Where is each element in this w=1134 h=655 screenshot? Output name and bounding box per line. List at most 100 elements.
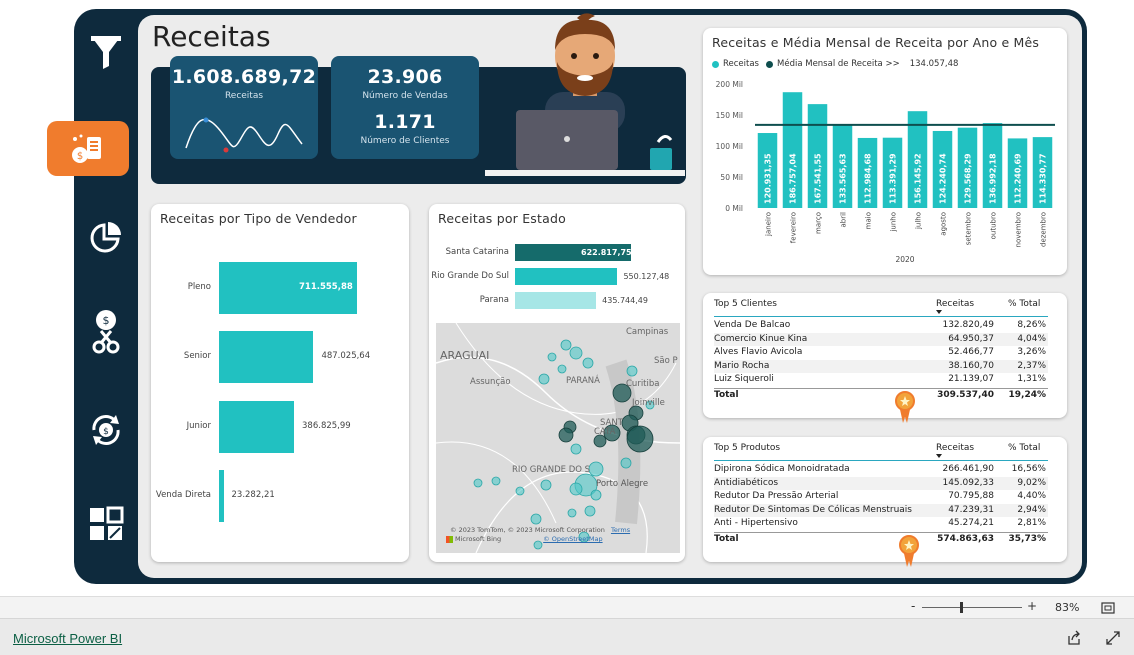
clientes-total-value: 309.537,40 xyxy=(937,389,994,400)
clientes-row[interactable]: Comercio Kinue Kina 64.950,37 4,04% xyxy=(714,332,1048,346)
power-bi-link[interactable]: Microsoft Power BI xyxy=(13,631,122,646)
clientes-row[interactable]: Alves Flavio Avicola 52.466,77 3,26% xyxy=(714,346,1048,359)
estado-category-label: Santa Catarina xyxy=(445,247,509,257)
produtos-row-name: Anti - Hipertensivo xyxy=(714,518,798,528)
map-copyright: © 2023 TomTom, © 2023 Microsoft Corporat… xyxy=(450,526,630,534)
monthly-bar-label: 120.931,35 xyxy=(764,153,773,204)
map-label-sao-paulo: São P xyxy=(654,356,678,366)
map-bubble[interactable] xyxy=(569,482,583,496)
map-bubble[interactable] xyxy=(530,513,542,525)
filter-icon[interactable] xyxy=(86,32,126,72)
monthly-bar-label: 136.992,18 xyxy=(989,153,998,204)
map-label-cata: CATA xyxy=(594,427,616,437)
map-bubble[interactable] xyxy=(558,427,574,443)
map-bubble[interactable] xyxy=(569,346,583,360)
map-bubble[interactable] xyxy=(540,479,552,491)
map-bubble[interactable] xyxy=(588,461,604,477)
clientes-total-label: Total xyxy=(714,389,739,400)
kpi-receitas-label: Receitas xyxy=(224,91,264,101)
fullscreen-icon[interactable] xyxy=(1105,630,1121,646)
vendedor-bar[interactable] xyxy=(219,470,224,522)
money-cycle-icon[interactable]: $ xyxy=(86,410,126,450)
produtos-row-name: Antidiabéticos xyxy=(714,477,779,488)
clientes-row[interactable]: Luiz Siqueroli 21.139,07 1,31% xyxy=(714,373,1048,386)
estado-category-label: Parana xyxy=(479,295,509,305)
vendedor-bar-value: 386.825,99 xyxy=(302,421,351,431)
produtos-row[interactable]: Anti - Hipertensivo 45.274,21 2,81% xyxy=(714,517,1048,530)
produtos-row[interactable]: Redutor Da Pressão Arterial 70.795,88 4,40… xyxy=(714,490,1048,503)
clientes-row[interactable]: Mario Rocha 38.160,70 2,37% xyxy=(714,359,1048,373)
map-bubble[interactable] xyxy=(473,478,483,488)
produtos-row[interactable]: Redutor De Sintomas De Cólicas Menstruai… xyxy=(714,503,1048,517)
map-bubble[interactable] xyxy=(491,476,501,486)
grid-apps-icon[interactable] xyxy=(86,504,126,544)
produtos-total-pct: 35,73% xyxy=(1008,533,1047,544)
map-bing-text: Microsoft Bing xyxy=(455,535,502,543)
monthly-bar-label: 167.541,55 xyxy=(814,153,823,204)
clientes-row[interactable]: Venda De Balcao 132.820,49 8,26% xyxy=(714,319,1048,332)
produtos-row-name: Redutor De Sintomas De Cólicas Menstruai… xyxy=(714,504,912,515)
month-label: maio xyxy=(865,212,873,229)
map-terms-link[interactable]: Terms xyxy=(611,526,630,534)
map-bubble[interactable] xyxy=(626,425,654,453)
produtos-row-pct: 4,40% xyxy=(1017,491,1046,501)
map-bubble[interactable] xyxy=(547,352,557,362)
zoom-out-button[interactable]: - xyxy=(911,599,915,613)
vendedor-bar[interactable] xyxy=(219,401,295,453)
kpi-clientes-value: 1.171 xyxy=(374,111,436,133)
vendedor-bar[interactable] xyxy=(219,331,314,383)
monthly-revenue-card[interactable]: Receitas e Média Mensal de Receita por A… xyxy=(703,28,1067,275)
sales-page-button[interactable]: $ xyxy=(47,121,129,176)
map-bubble[interactable] xyxy=(590,489,602,501)
map-bubble[interactable] xyxy=(567,508,577,518)
vendedor-bar-value: 23.282,21 xyxy=(231,490,275,500)
estado-card[interactable]: Receitas por Estado Santa Catarina 622.81… xyxy=(429,204,685,562)
produtos-row[interactable]: Dipirona Sódica Monoidratada 266.461,90 16… xyxy=(714,463,1048,476)
pie-chart-icon[interactable] xyxy=(86,217,126,257)
map-label-campinas: Campinas xyxy=(626,327,669,337)
estado-chart-title: Receitas por Estado xyxy=(438,211,566,226)
map-label-assuncao: Assunção xyxy=(470,377,511,387)
map-bubble[interactable] xyxy=(560,339,572,351)
map-bubble[interactable] xyxy=(557,364,567,374)
monthly-bar-label: 113.391,29 xyxy=(889,153,898,204)
map-label-parana: PARANÁ xyxy=(566,376,600,386)
year-label: 2020 xyxy=(895,255,914,264)
map-bubble[interactable] xyxy=(515,486,525,496)
map-label-joinville: Joinville xyxy=(632,398,665,408)
map-bubble[interactable] xyxy=(582,357,594,369)
produtos-row-value: 145.092,33 xyxy=(942,477,994,488)
zoom-slider-thumb[interactable] xyxy=(960,602,963,613)
top-produtos-card[interactable]: Top 5 Produtos Receitas % Total Dipirona Só… xyxy=(703,437,1067,567)
clientes-row-value: 132.820,49 xyxy=(942,320,994,330)
vendedor-bar-value: 487.025,64 xyxy=(321,351,371,361)
month-label: abril xyxy=(840,212,848,228)
map-bubble[interactable] xyxy=(620,457,632,469)
produtos-col-total: % Total xyxy=(1008,443,1041,453)
map-bubble[interactable] xyxy=(570,443,582,455)
clientes-col-receitas: Receitas xyxy=(936,299,975,309)
monthly-bar-label: 129.568,29 xyxy=(964,153,973,204)
legend-receitas: Receitas xyxy=(723,59,759,69)
money-scissors-icon[interactable]: $ xyxy=(86,310,126,354)
estado-bar[interactable] xyxy=(515,292,597,309)
top-clientes-table: Top 5 Clientes Receitas % Total Venda De Ba… xyxy=(714,299,1048,409)
map-copyright-text: © 2023 TomTom, © 2023 Microsoft Corporat… xyxy=(450,526,605,534)
y-tick-label: 200 Mil xyxy=(716,80,743,89)
fit-to-page-icon[interactable] xyxy=(1101,602,1115,614)
vendedor-card[interactable]: Receitas por Tipo de Vendedor Pleno 711.5… xyxy=(151,204,409,562)
zoom-in-button[interactable]: + xyxy=(1027,599,1037,613)
produtos-row[interactable]: Antidiabéticos 145.092,33 9,02% xyxy=(714,476,1048,490)
zoom-slider[interactable] xyxy=(922,602,1022,613)
map-visual[interactable]: Campinas ARAGUAI São P PARANÁ Assunção C… xyxy=(436,323,680,553)
estado-bar[interactable] xyxy=(515,268,618,285)
map-osm-link[interactable]: © OpenStreetMap xyxy=(543,535,602,543)
share-icon[interactable] xyxy=(1066,630,1082,646)
map-bubble[interactable] xyxy=(538,373,550,385)
top-clientes-card[interactable]: Top 5 Clientes Receitas % Total Venda De Ba… xyxy=(703,293,1067,423)
month-label: agosto xyxy=(940,212,948,236)
y-tick-label: 150 Mil xyxy=(716,111,743,120)
clientes-row-pct: 4,04% xyxy=(1017,333,1046,344)
map-bubble[interactable] xyxy=(584,505,596,517)
map-bubble[interactable] xyxy=(626,365,638,377)
